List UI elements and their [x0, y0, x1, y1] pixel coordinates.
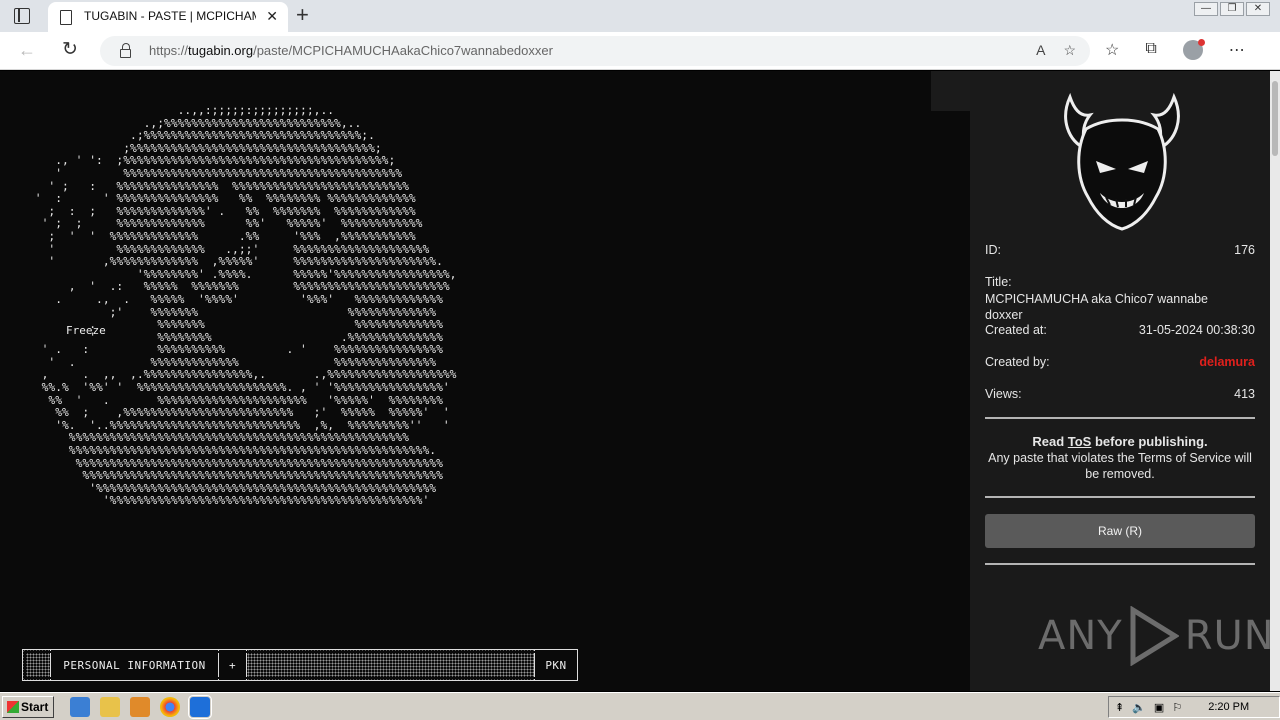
folder-icon[interactable] [100, 697, 120, 717]
tos-text: Any paste that violates the Terms of Ser… [988, 451, 1252, 481]
media-player-icon[interactable] [130, 697, 150, 717]
tray-arrow-icon[interactable]: ⇞ [1115, 701, 1124, 714]
collections-icon[interactable]: ⧉ [1145, 40, 1156, 60]
ie-icon[interactable] [70, 697, 90, 717]
devil-logo-icon [1064, 92, 1180, 231]
plus-link[interactable]: + [219, 650, 247, 680]
page-viewport: ..,,:;;;;;:;;;;;;;;;,.. .,;%%%%%%%%%%%%%… [0, 71, 1280, 691]
volume-icon[interactable]: 🔈 [1132, 701, 1146, 714]
more-menu-icon[interactable]: ⋯ [1229, 40, 1245, 60]
paste-id-row: ID: 176 [985, 243, 1255, 257]
tos-notice: Read ToS before publishing. Any paste th… [985, 434, 1255, 482]
clock: 2:20 PM [1208, 701, 1250, 713]
freeze-label: Freeze [66, 324, 106, 337]
start-button[interactable]: Start [2, 696, 54, 718]
play-icon [1130, 606, 1179, 666]
lock-icon[interactable] [120, 43, 131, 58]
add-favorite-icon[interactable]: ☆ [1063, 42, 1076, 59]
menu-fill-middle [247, 650, 535, 680]
tab-actions-icon[interactable] [14, 8, 30, 24]
anyrun-watermark: ANY RUN [1038, 606, 1275, 666]
pkn-link[interactable]: PKN [535, 650, 577, 680]
toolbar-icons: ☆ ⧉ ⋯ [1105, 39, 1245, 60]
views-label: Views: [985, 387, 1022, 401]
flag-icon[interactable]: ⚐ [1172, 701, 1182, 714]
created-by-label: Created by: [985, 355, 1050, 369]
paste-info-sidebar: ID: 176 Title: MCPICHAMUCHA aka Chico7 w… [970, 71, 1274, 691]
divider-top [985, 417, 1255, 419]
id-value: 176 [1234, 243, 1255, 257]
window-controls: — ❐ ✕ [1194, 2, 1270, 16]
quick-launch [70, 695, 212, 719]
ascii-menu-bar: PERSONAL INFORMATION + PKN [22, 649, 578, 681]
start-label: Start [21, 700, 49, 714]
tos-read-text: Read [1032, 434, 1068, 449]
url-host: tugabin.org [188, 43, 254, 58]
scroll-thumb[interactable] [1272, 81, 1278, 156]
watermark-left-text: ANY [1038, 613, 1123, 659]
raw-button[interactable]: Raw (R) [985, 514, 1255, 548]
views-value: 413 [1234, 387, 1255, 401]
created-at-label: Created at: [985, 323, 1047, 337]
network-icon[interactable]: ▣ [1154, 701, 1164, 714]
id-label: ID: [985, 243, 1001, 257]
corner-block [931, 71, 970, 111]
chrome-icon[interactable] [160, 697, 180, 717]
reload-icon[interactable]: ↻ [62, 38, 78, 61]
new-tab-button[interactable]: + [296, 3, 309, 27]
browser-toolbar: ← ↻ https://tugabin.org/paste/MCPICHAMUC… [0, 32, 1280, 70]
url-path: /paste/MCPICHAMUCHAakaChico7wannabedoxxe… [253, 43, 553, 58]
back-arrow-icon[interactable]: ← [18, 40, 36, 61]
created-at-value: 31-05-2024 00:38:30 [1138, 323, 1255, 337]
created-by-row: Created by: delamura [985, 355, 1255, 369]
windows-flag-icon [7, 701, 19, 713]
url-scheme: https:// [149, 43, 189, 58]
title-value: MCPICHAMUCHA aka Chico7 wannabe doxxer [985, 292, 1209, 322]
active-tab[interactable]: TUGABIN - PASTE | MCPICHAMU ✕ [48, 2, 288, 32]
menu-fill-left [23, 650, 51, 680]
address-bar[interactable]: https://tugabin.org/paste/MCPICHAMUCHAak… [100, 36, 1090, 66]
divider-bottom [985, 563, 1255, 565]
minimize-button[interactable]: — [1194, 2, 1218, 16]
tos-link[interactable]: ToS [1068, 434, 1092, 449]
system-tray: ⇞ 🔈 ▣ ⚐ 2:20 PM [1108, 696, 1280, 718]
watermark-right-text: RUN [1184, 613, 1275, 659]
ascii-art-panel: ..,,:;;;;;:;;;;;;;;;,.. .,;%%%%%%%%%%%%%… [0, 71, 970, 691]
title-label: Title: [985, 275, 1012, 289]
divider-middle [985, 496, 1255, 498]
address-bar-icons: A ☆ [1036, 42, 1076, 59]
tos-heading: Read ToS before publishing. [985, 434, 1255, 450]
created-at-row: Created at: 31-05-2024 00:38:30 [985, 323, 1255, 337]
tab-title: TUGABIN - PASTE | MCPICHAMU [84, 9, 256, 23]
tab-close-icon[interactable]: ✕ [266, 8, 278, 25]
edge-icon[interactable] [188, 695, 212, 719]
url-text[interactable]: https://tugabin.org/paste/MCPICHAMUCHAak… [149, 43, 553, 58]
read-aloud-icon[interactable]: A [1036, 42, 1045, 59]
favorites-icon[interactable]: ☆ [1105, 40, 1119, 60]
close-window-button[interactable]: ✕ [1246, 2, 1270, 16]
personal-information-link[interactable]: PERSONAL INFORMATION [51, 650, 219, 680]
views-row: Views: 413 [985, 387, 1255, 401]
ascii-art-image: ..,,:;;;;;:;;;;;;;;;,.. .,;%%%%%%%%%%%%%… [34, 104, 457, 508]
creator-link[interactable]: delamura [1199, 355, 1255, 369]
restore-button[interactable]: ❐ [1220, 2, 1244, 16]
page-scrollbar[interactable] [1270, 71, 1280, 691]
profile-avatar-icon[interactable] [1182, 39, 1205, 60]
page-favicon-icon [60, 10, 72, 25]
tos-after-text: before publishing. [1091, 434, 1208, 449]
os-taskbar: Start ⇞ 🔈 ▣ ⚐ 2:20 PM [0, 692, 1280, 720]
tab-strip: TUGABIN - PASTE | MCPICHAMU ✕ + — ❐ ✕ [0, 0, 1280, 32]
